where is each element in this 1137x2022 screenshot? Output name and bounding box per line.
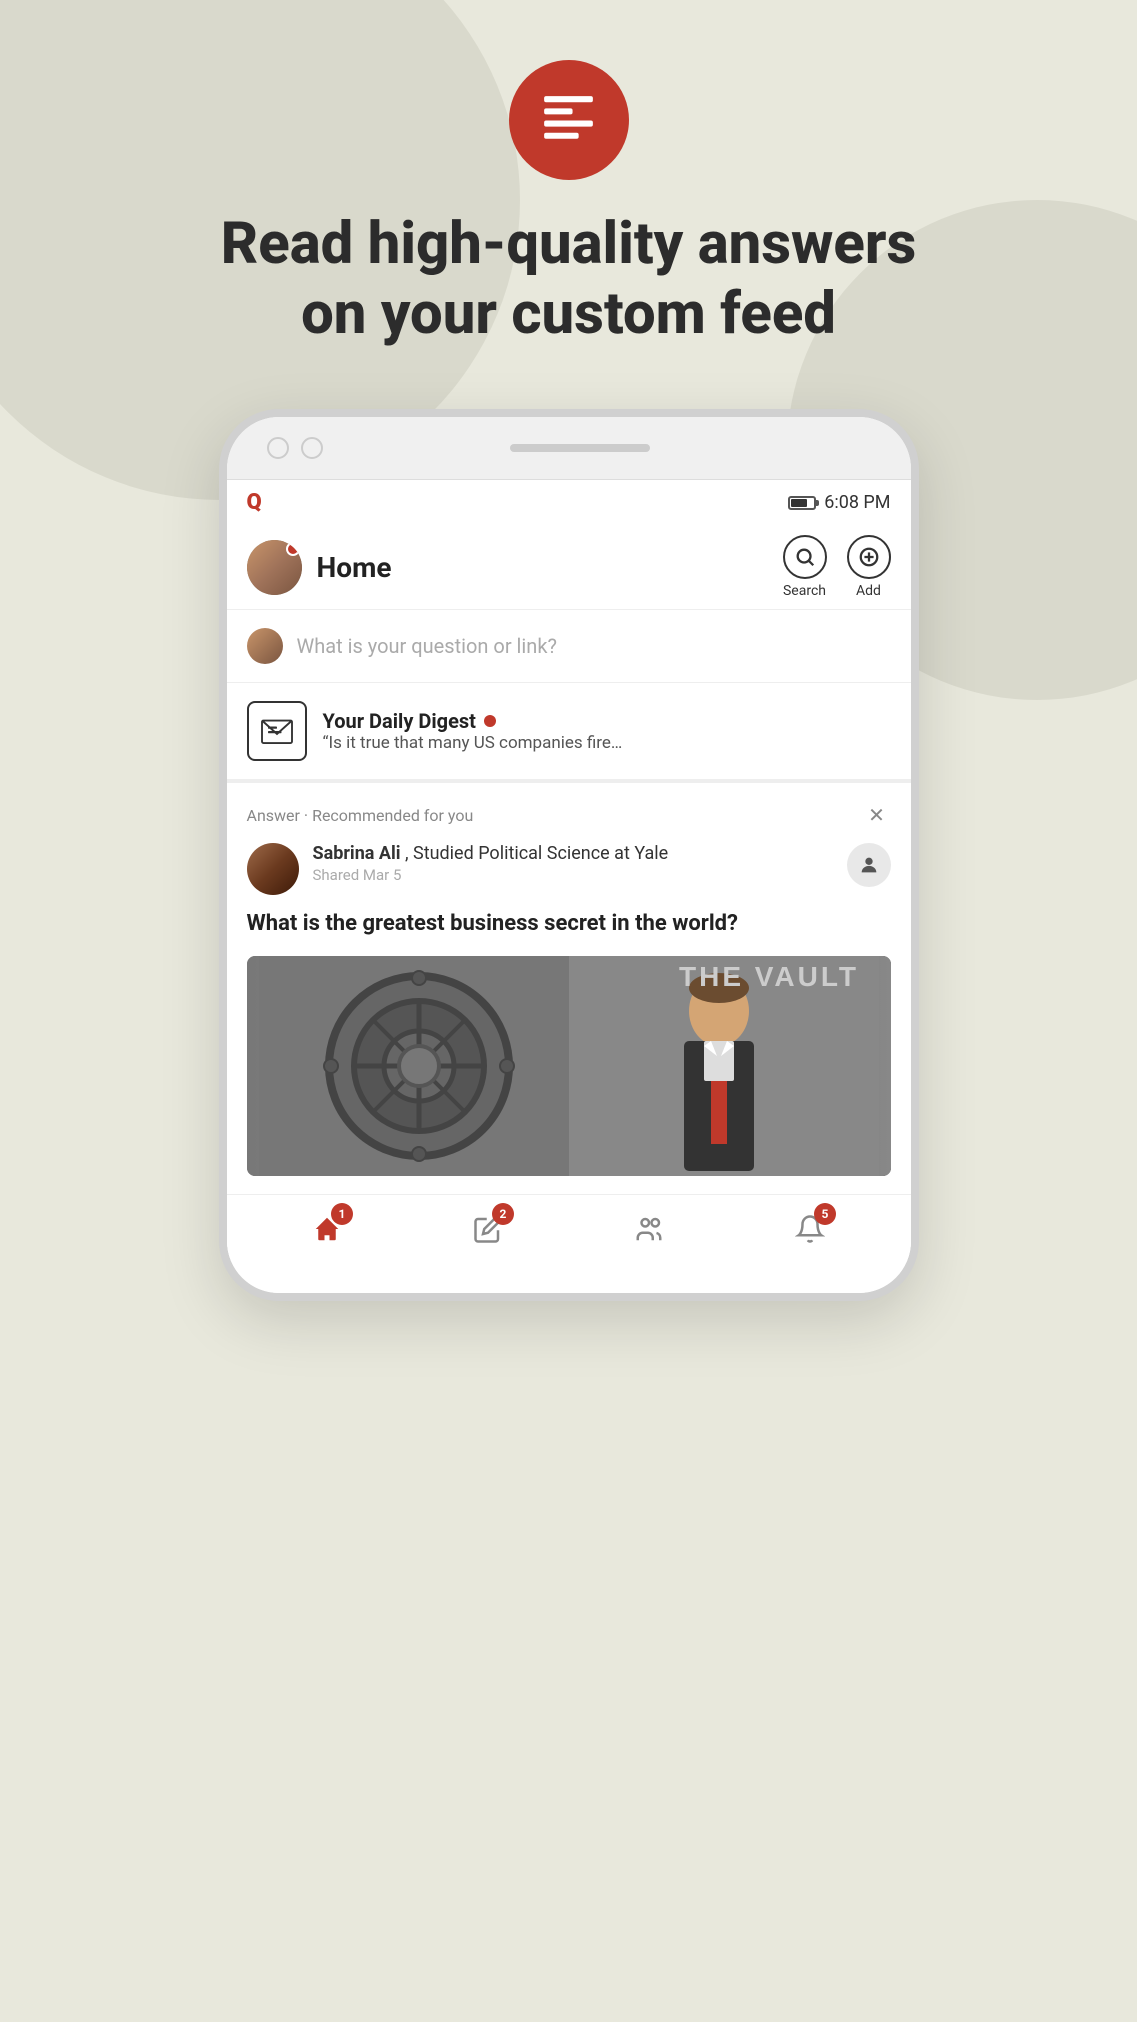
author-name: Sabrina Ali , Studied Political Science … [313,843,833,864]
nav-bell-wrapper: 5 [788,1207,832,1251]
search-label: Search [783,583,826,599]
app-icon [509,60,629,180]
headline-line2: on your custom feed [301,280,836,348]
author-info: Sabrina Ali , Studied Political Science … [313,843,833,884]
nav-item-edit[interactable]: 2 [466,1207,510,1251]
question-placeholder: What is your question or link? [297,634,557,658]
phone-bottom [227,1263,911,1293]
nav-item-home[interactable]: 1 [305,1207,349,1251]
nav-item-people[interactable] [627,1207,671,1251]
author-avatar[interactable] [247,843,299,895]
author-avatar-inner [247,843,299,895]
close-button[interactable]: ✕ [863,801,891,829]
envelope-icon [259,713,295,749]
shared-date: Shared Mar 5 [313,866,833,884]
app-header: Home Search [227,525,911,610]
add-action[interactable]: Add [847,535,891,599]
phone-sensor [301,437,323,459]
phone-speaker [510,444,650,452]
app-screen: Q 6:08 PM Home [227,480,911,1263]
search-icon [794,546,816,568]
answer-tag: Answer · Recommended for you [247,806,474,825]
page-container: Read high-quality answers on your custom… [0,0,1137,1301]
author-name-text: Sabrina Ali [313,843,401,864]
digest-preview: “Is it true that many US companies fire… [323,733,623,753]
nav-edit-wrapper: 2 [466,1207,510,1251]
follow-button[interactable] [847,843,891,887]
notification-dot [286,542,300,556]
user-avatar[interactable] [247,540,302,595]
status-bar: Q 6:08 PM [227,480,911,525]
headline: Read high-quality answers on your custom… [221,210,916,349]
digest-content: Your Daily Digest “Is it true that many … [323,709,891,753]
svg-text:THE VAULT: THE VAULT [679,961,859,992]
add-icon [858,546,880,568]
battery-icon [788,496,816,510]
phone-sensors [267,437,323,459]
question-avatar [247,628,283,664]
home-badge: 1 [331,1203,353,1225]
nav-item-bell[interactable]: 5 [788,1207,832,1251]
bottom-nav: 1 2 [227,1194,911,1263]
news-icon [536,88,601,153]
phone-hardware-top [227,417,911,480]
quora-logo: Q [247,490,262,515]
nav-people-wrapper [627,1207,671,1251]
header-title: Home [317,551,783,584]
status-time: 6:08 PM [824,492,890,513]
author-credential: Studied Political Science at Yale [413,843,668,864]
people-icon [634,1214,664,1244]
digest-title-row: Your Daily Digest [323,709,891,733]
header-actions: Search Add [783,535,891,599]
digest-title: Your Daily Digest [323,709,476,733]
search-circle [783,535,827,579]
edit-badge: 2 [492,1203,514,1225]
answer-author-row: Sabrina Ali , Studied Political Science … [247,843,891,895]
status-bar-right: 6:08 PM [788,492,890,513]
question-input-area[interactable]: What is your question or link? [227,610,911,683]
daily-digest[interactable]: Your Daily Digest “Is it true that many … [227,683,911,783]
vault-svg: THE VAULT [247,956,891,1176]
phone-mockup: Q 6:08 PM Home [219,409,919,1301]
headline-line1: Read high-quality answers [221,210,916,278]
phone-camera [267,437,289,459]
battery-fill [791,499,806,507]
bell-badge: 5 [814,1203,836,1225]
answer-image: THE VAULT [247,956,891,1176]
nav-home-wrapper: 1 [305,1207,349,1251]
follow-icon [858,854,880,876]
add-circle [847,535,891,579]
add-label: Add [856,583,881,599]
answer-card: Answer · Recommended for you ✕ Sabrina A… [227,783,911,1194]
answer-question: What is the greatest business secret in … [247,909,891,940]
digest-icon [247,701,307,761]
digest-notification-dot [484,715,496,727]
answer-meta: Answer · Recommended for you ✕ [247,801,891,829]
vault-visual: THE VAULT [247,956,891,1176]
search-action[interactable]: Search [783,535,827,599]
